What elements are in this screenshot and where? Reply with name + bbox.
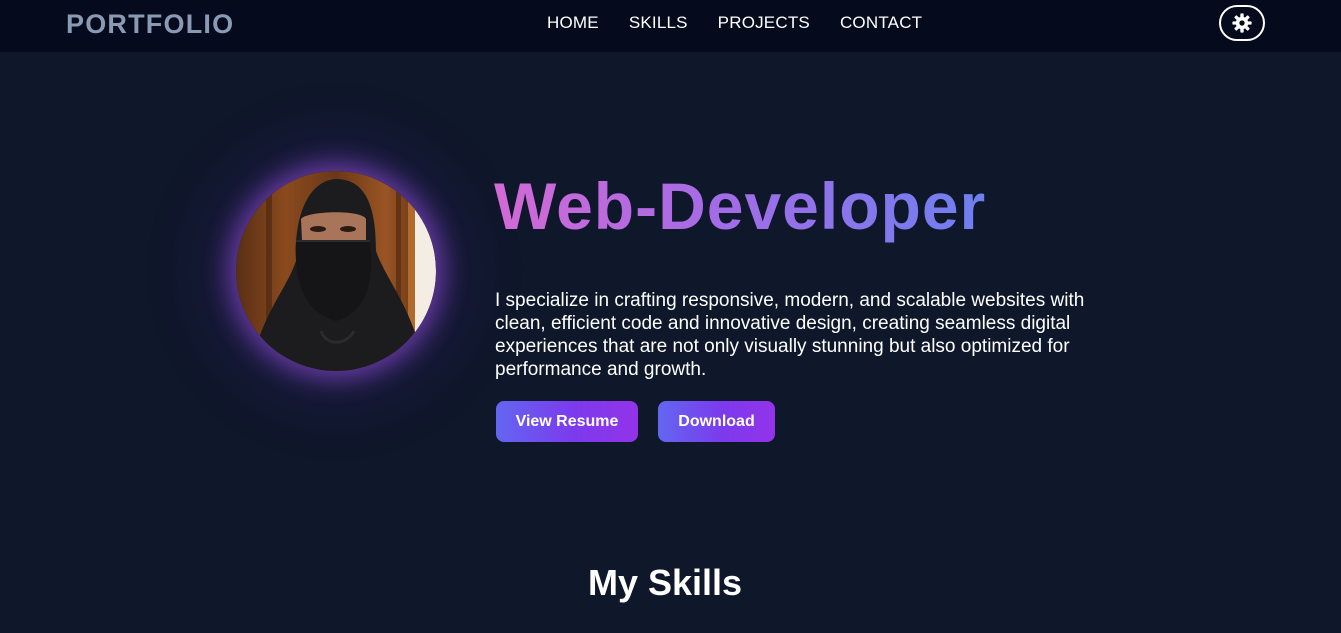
nav-link-skills[interactable]: SKILLS — [629, 13, 688, 33]
skills-heading: My Skills — [587, 562, 743, 603]
nav-link-home[interactable]: HOME — [547, 13, 599, 33]
navbar: PORTFOLIO HOME SKILLS PROJECTS CONTACT — [0, 0, 1341, 52]
nav-link-projects[interactable]: PROJECTS — [718, 13, 810, 33]
theme-toggle-button[interactable] — [1219, 5, 1265, 41]
profile-photo-frame — [236, 171, 436, 371]
download-button[interactable]: Download — [658, 401, 775, 442]
nav-link-contact[interactable]: CONTACT — [840, 13, 922, 33]
hero-title: Web-Developer — [494, 166, 986, 246]
hero-description: I specialize in crafting responsive, mod… — [495, 290, 1085, 380]
view-resume-button[interactable]: View Resume — [496, 401, 638, 442]
logo[interactable]: PORTFOLIO — [66, 9, 234, 40]
nav-links: HOME SKILLS PROJECTS CONTACT — [547, 13, 922, 33]
profile-photo — [236, 171, 436, 371]
gear-icon — [1232, 13, 1252, 33]
